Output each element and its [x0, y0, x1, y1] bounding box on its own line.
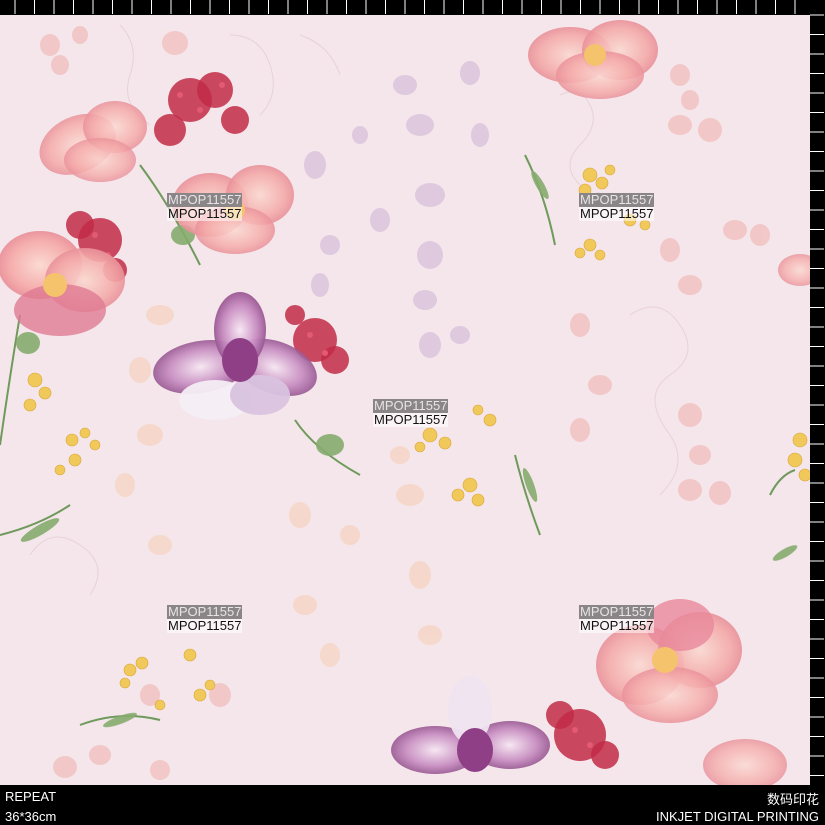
ruler-ticks-top — [14, 0, 796, 14]
watermark-code-shadow: MPOP11557 — [579, 604, 655, 619]
watermark-3: MPOP11557 MPOP11557 — [373, 398, 449, 427]
lilac-motifs — [304, 61, 489, 358]
watermark-code: MPOP11557 — [167, 618, 243, 633]
repeat-label: REPEAT — [5, 789, 57, 804]
berry-dots — [92, 82, 593, 748]
floral-pattern-artwork: MPOP11557 MPOP11557 MPOP11557 MPOP11557 … — [0, 15, 810, 785]
ruler-right — [810, 0, 825, 785]
watermark-code-shadow: MPOP11557 — [167, 604, 243, 619]
watermark-code: MPOP11557 — [579, 618, 655, 633]
watermark-code-shadow: MPOP11557 — [373, 398, 449, 413]
repeat-size: 36*36cm — [5, 809, 57, 824]
watermark-5: MPOP11557 MPOP11557 — [579, 604, 655, 633]
watermark-code-shadow: MPOP11557 — [579, 192, 655, 207]
footer-bar: REPEAT 36*36cm 数码印花 INKJET DIGITAL PRINT… — [0, 785, 825, 825]
watermark-code: MPOP11557 — [579, 206, 655, 221]
ruler-top — [0, 0, 825, 15]
watermark-code-shadow: MPOP11557 — [167, 192, 243, 207]
printing-type-chinese: 数码印花 — [766, 793, 819, 808]
watermark-code: MPOP11557 — [167, 206, 243, 221]
watermark-2: MPOP11557 MPOP11557 — [579, 192, 655, 221]
watermark-4: MPOP11557 MPOP11557 — [167, 604, 243, 633]
watermark-code: MPOP11557 — [373, 412, 449, 427]
ruler-ticks-right — [810, 14, 824, 776]
watermark-1: MPOP11557 MPOP11557 — [167, 192, 243, 221]
printing-type: INKJET DIGITAL PRINTING — [655, 809, 819, 824]
